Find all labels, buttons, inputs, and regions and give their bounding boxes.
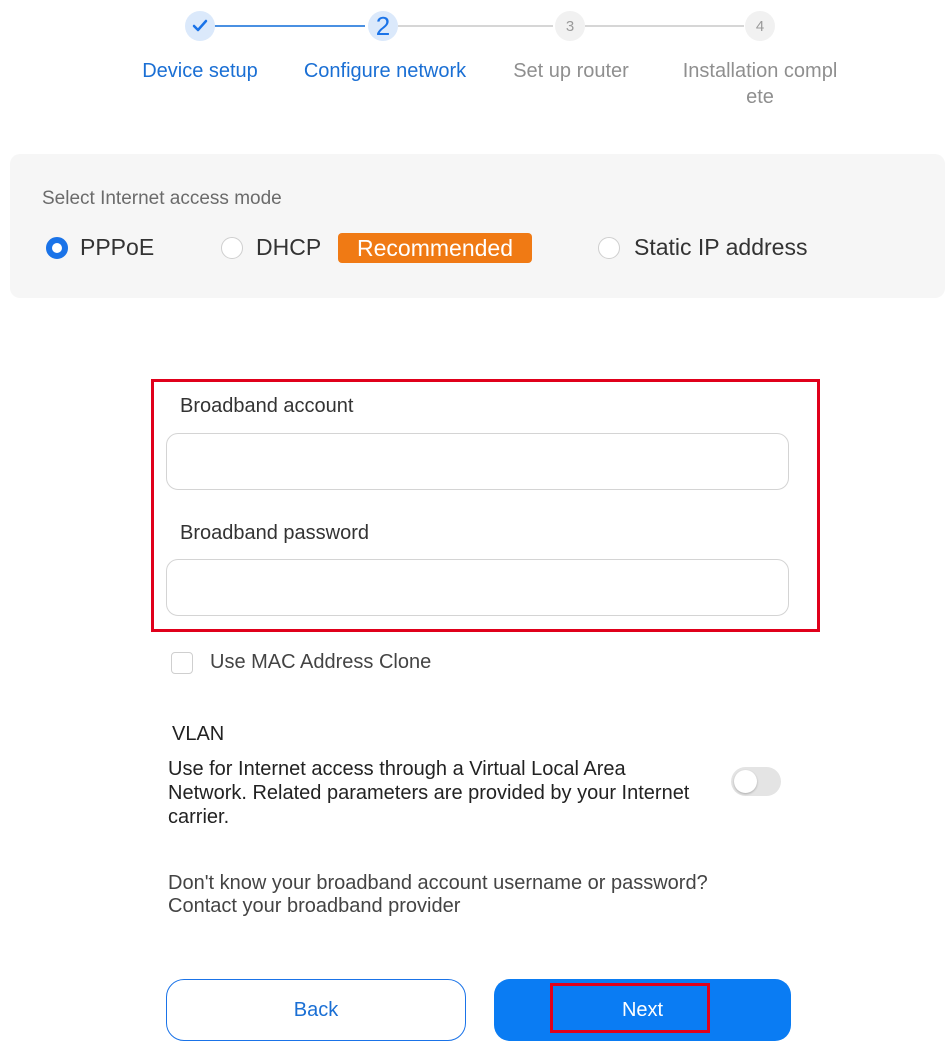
step-3-indicator: 3 <box>555 11 585 41</box>
broadband-password-input[interactable] <box>166 559 789 616</box>
step-4-indicator: 4 <box>745 11 775 41</box>
vlan-description: Use for Internet access through a Virtua… <box>168 758 690 828</box>
static-ip-label[interactable]: Static IP address <box>634 234 807 261</box>
step-4-label-line2: ete <box>746 86 774 108</box>
static-ip-radio[interactable] <box>598 237 620 259</box>
progress-stepper: 2 3 4 Device setup Configure network Set… <box>0 0 947 120</box>
step-connector-3 <box>585 25 744 27</box>
step-4-label: Installation compl ete <box>660 58 860 110</box>
recommended-badge: Recommended <box>338 233 532 263</box>
step-2-label: Configure network <box>303 60 467 82</box>
dhcp-radio[interactable] <box>221 237 243 259</box>
access-mode-title: Select Internet access mode <box>42 188 282 209</box>
pppoe-radio[interactable] <box>46 237 68 259</box>
broadband-account-label: Broadband account <box>180 395 354 417</box>
help-text: Don't know your broadband account userna… <box>168 872 708 918</box>
vlan-title: VLAN <box>172 723 225 745</box>
step-connector-2 <box>398 25 553 27</box>
back-button[interactable]: Back <box>166 979 466 1041</box>
step-4-label-line1: Installation compl <box>682 60 838 82</box>
mac-clone-label[interactable]: Use MAC Address Clone <box>210 651 431 674</box>
step-2-indicator: 2 <box>368 11 398 41</box>
mac-clone-checkbox[interactable] <box>171 652 193 674</box>
help-line-2: Contact your broadband provider <box>168 895 461 917</box>
pppoe-label[interactable]: PPPoE <box>80 234 154 261</box>
broadband-password-label: Broadband password <box>180 522 370 544</box>
vlan-toggle-knob <box>734 770 757 793</box>
step-1-checkmark-icon <box>185 11 215 41</box>
dhcp-label[interactable]: DHCP <box>256 234 321 261</box>
next-button[interactable]: Next <box>494 979 791 1041</box>
broadband-account-input[interactable] <box>166 433 789 490</box>
help-line-1: Don't know your broadband account userna… <box>168 872 708 894</box>
step-1-label: Device setup <box>142 60 258 82</box>
vlan-toggle[interactable] <box>731 767 781 796</box>
step-3-label: Set up router <box>513 60 629 82</box>
step-connector-1 <box>213 25 365 27</box>
access-mode-panel: Select Internet access mode PPPoE DHCP R… <box>10 154 945 298</box>
